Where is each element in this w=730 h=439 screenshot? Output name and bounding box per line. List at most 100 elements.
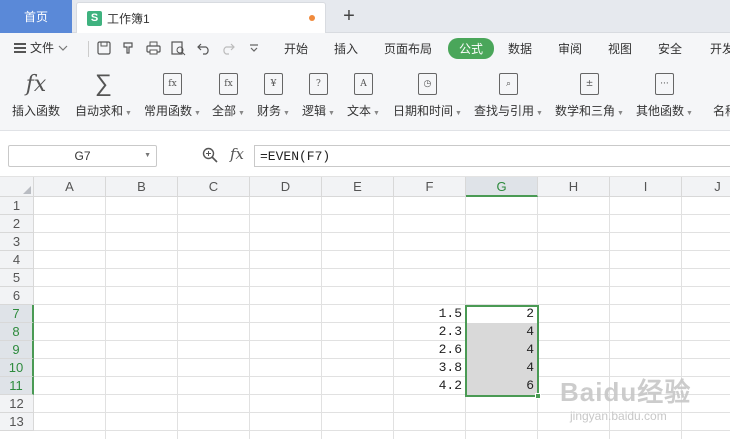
gridline <box>34 340 730 341</box>
column-header-a[interactable]: A <box>34 177 106 197</box>
finance-label: 财务 <box>257 104 282 118</box>
lookup-reference-button[interactable]: ⌕ 查找与引用 ▼ <box>474 69 543 119</box>
tab-bar: 首页 S 工作簿1 + <box>0 0 730 33</box>
row-header-6[interactable]: 6 <box>0 287 34 305</box>
clock-icon: ◷ <box>417 69 437 99</box>
autosum-label: 自动求和 <box>75 104 124 118</box>
gridline <box>34 358 730 359</box>
math-trig-button[interactable]: ± 数学和三角 ▼ <box>555 69 624 119</box>
menu-tab-insert[interactable]: 插入 <box>334 40 358 57</box>
lookup-reference-label: 查找与引用 <box>474 104 535 118</box>
cell-f10[interactable]: 3.8 <box>394 359 465 377</box>
menu-tab-home[interactable]: 开始 <box>284 40 308 57</box>
row-header-11[interactable]: 11 <box>0 377 34 395</box>
all-functions-button[interactable]: fx 全部 ▼ <box>212 69 245 119</box>
customize-toolbar-icon[interactable] <box>246 40 262 56</box>
spreadsheet-icon: S <box>87 10 102 26</box>
name-box-value: G7 <box>74 149 91 163</box>
gridline <box>34 304 730 305</box>
insert-function-button[interactable]: fx 插入函数 <box>12 69 60 119</box>
column-header-d[interactable]: D <box>250 177 322 197</box>
chevron-down-icon: ▼ <box>194 110 201 117</box>
star-fx-icon: fx <box>162 69 182 99</box>
chevron-down-icon: ▼ <box>328 110 335 117</box>
finance-icon: ¥ <box>263 69 283 99</box>
common-functions-button[interactable]: fx 常用函数 ▼ <box>144 69 201 119</box>
fill-handle[interactable] <box>535 393 541 399</box>
menu-tab-review[interactable]: 审阅 <box>558 40 582 57</box>
redo-icon[interactable] <box>220 40 236 56</box>
text-functions-button[interactable]: A 文本 ▼ <box>347 69 380 119</box>
cell-f9[interactable]: 2.6 <box>394 341 465 359</box>
zoom-search-icon[interactable] <box>202 147 218 163</box>
save-icon[interactable] <box>96 40 112 56</box>
fx-icon: fx <box>25 71 47 97</box>
chevron-down-icon: ▼ <box>617 110 624 117</box>
menu-tab-security[interactable]: 安全 <box>658 40 682 57</box>
menu-bar: 文件 开始 插入 页面布局 公式 数据 审阅 视图 安全 开发 <box>0 33 730 65</box>
column-header-f[interactable]: F <box>394 177 466 197</box>
format-painter-icon[interactable] <box>120 40 136 56</box>
other-functions-button[interactable]: ··· 其他函数 ▼ <box>636 69 693 119</box>
logic-button[interactable]: ? 逻辑 ▼ <box>302 69 335 119</box>
print-preview-icon[interactable] <box>170 40 186 56</box>
chevron-down-icon: ▼ <box>238 110 245 117</box>
undo-icon[interactable] <box>196 40 212 56</box>
cell-f7[interactable]: 1.5 <box>394 305 465 323</box>
cell-f11[interactable]: 4.2 <box>394 377 465 395</box>
tab-document[interactable]: S 工作簿1 <box>76 2 326 33</box>
row-header-8[interactable]: 8 <box>0 323 34 341</box>
row-header-7[interactable]: 7 <box>0 305 34 323</box>
menu-tab-view[interactable]: 视图 <box>608 40 632 57</box>
name-manager-label: 名称 <box>713 104 730 118</box>
column-header-e[interactable]: E <box>322 177 394 197</box>
gridline <box>34 322 730 323</box>
finance-button[interactable]: ¥ 财务 ▼ <box>257 69 290 119</box>
row-header-9[interactable]: 9 <box>0 341 34 359</box>
column-header-c[interactable]: C <box>178 177 250 197</box>
cell-f8[interactable]: 2.3 <box>394 323 465 341</box>
column-header-j[interactable]: J <box>682 177 730 197</box>
chevron-down-icon[interactable]: ▼ <box>144 152 151 159</box>
ribbon-formulas: fx 插入函数 ∑ 自动求和 ▼ fx 常用函数 ▼ fx 全部 ▼ ¥ 财务 ▼ ? … <box>0 65 730 131</box>
print-icon[interactable] <box>145 40 161 56</box>
menu-tab-developer[interactable]: 开发 <box>710 40 730 57</box>
column-header-b[interactable]: B <box>106 177 178 197</box>
more-icon: ··· <box>654 69 674 99</box>
menu-tab-data[interactable]: 数据 <box>508 40 532 57</box>
column-header-g[interactable]: G <box>466 177 538 197</box>
row-header-12[interactable]: 12 <box>0 395 34 413</box>
text-functions-label: 文本 <box>347 104 372 118</box>
fx-icon[interactable]: fx <box>230 145 244 163</box>
row-header-5[interactable]: 5 <box>0 269 34 287</box>
menu-tab-formulas[interactable]: 公式 <box>448 38 495 59</box>
row-header-4[interactable]: 4 <box>0 251 34 269</box>
chevron-down-icon: ▼ <box>686 110 693 117</box>
row-header-10[interactable]: 10 <box>0 359 34 377</box>
tab-home[interactable]: 首页 <box>0 0 72 33</box>
name-box[interactable]: G7 ▼ <box>8 145 157 167</box>
formula-input[interactable]: =EVEN(F7) <box>254 145 730 167</box>
file-menu[interactable]: 文件 <box>14 39 68 56</box>
insert-function-label: 插入函数 <box>12 104 61 118</box>
date-time-button[interactable]: ◷ 日期和时间 ▼ <box>393 69 462 119</box>
menu-tab-page-layout[interactable]: 页面布局 <box>384 40 432 57</box>
chevron-down-icon: ▼ <box>536 110 543 117</box>
autosum-button[interactable]: ∑ 自动求和 ▼ <box>75 69 132 119</box>
chevron-down-icon: ▼ <box>125 110 132 117</box>
column-header-h[interactable]: H <box>538 177 610 197</box>
gridline <box>249 197 250 439</box>
gridline <box>34 430 730 431</box>
select-all-corner[interactable] <box>0 177 34 197</box>
new-tab-button[interactable]: + <box>337 4 361 28</box>
gridline <box>34 286 730 287</box>
row-header-3[interactable]: 3 <box>0 233 34 251</box>
row-header-1[interactable]: 1 <box>0 197 34 215</box>
math-icon: ± <box>579 69 599 99</box>
chevron-down-icon: ▼ <box>283 110 290 117</box>
column-header-i[interactable]: I <box>610 177 682 197</box>
name-manager-button[interactable]: 名称 <box>713 69 730 119</box>
row-header-2[interactable]: 2 <box>0 215 34 233</box>
chevron-down-icon: ▼ <box>373 110 380 117</box>
row-header-13[interactable]: 13 <box>0 413 34 431</box>
